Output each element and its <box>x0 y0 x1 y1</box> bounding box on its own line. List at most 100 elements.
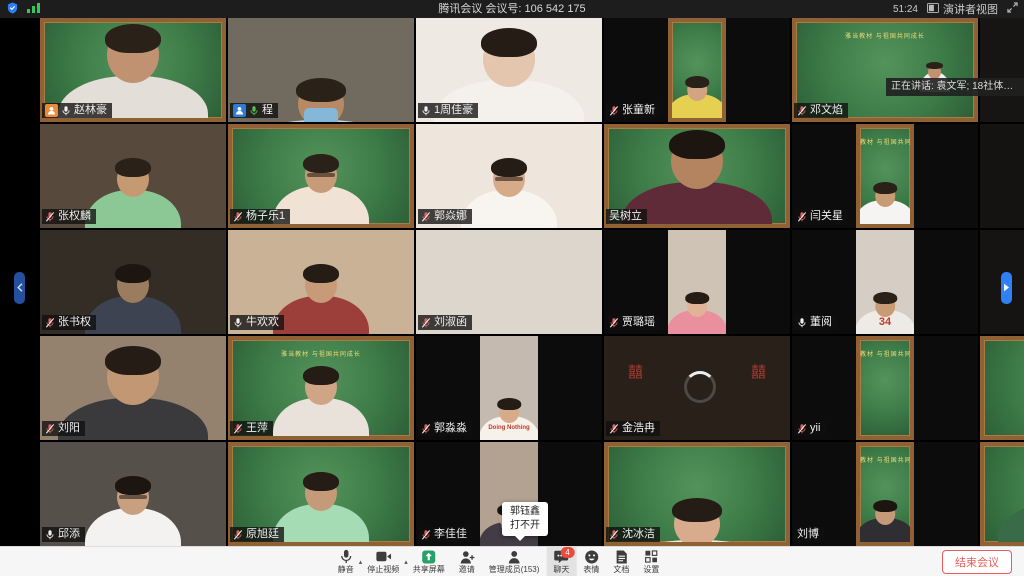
video-tile[interactable]: 雅当教材 与祖国共同成长王萍 <box>228 336 414 440</box>
participant-name: 原旭廷 <box>246 528 279 541</box>
video-tile[interactable]: 刘淑函 <box>416 230 602 334</box>
video-tile[interactable]: 贾璐瑶 <box>604 230 790 334</box>
video-tile[interactable]: 雅当教材 与祖国共同成长闫关星 <box>792 124 978 228</box>
person-head <box>305 267 337 303</box>
next-page-arrow[interactable] <box>1001 272 1012 304</box>
video-tile[interactable]: 囍囍金浩冉 <box>604 336 790 440</box>
mic-muted-icon <box>233 211 243 223</box>
share-icon <box>422 549 436 564</box>
participant-name: 沈冰洁 <box>622 528 655 541</box>
video-tile[interactable] <box>980 442 1024 546</box>
video-tile[interactable]: 沈冰洁 <box>604 442 790 546</box>
speaker-view-toggle[interactable]: 演讲者视图 <box>927 1 998 17</box>
emoji-icon <box>584 549 598 564</box>
video-tile[interactable] <box>980 336 1024 440</box>
participant-name-label: 刘博 <box>794 527 824 542</box>
invite-button[interactable]: 邀请 <box>452 547 482 576</box>
person-head <box>305 369 337 405</box>
video-tile[interactable]: 张权麟 <box>40 124 226 228</box>
participant-name: 张书权 <box>58 316 91 329</box>
mic-icon <box>797 317 807 329</box>
person-hair <box>497 398 521 410</box>
chat-preview-sender: 郭钰鑫 <box>510 505 540 519</box>
video-button[interactable]: 停止视频 <box>360 547 406 576</box>
video-tile[interactable]: 吴树立 <box>604 124 790 228</box>
previous-page-arrow[interactable] <box>14 272 25 304</box>
person-head <box>875 503 895 525</box>
participant-name: 王萍 <box>246 422 268 435</box>
docs-button[interactable]: 文档 <box>606 547 636 576</box>
video-tile[interactable]: 牛欢欢 <box>228 230 414 334</box>
person-hair <box>115 158 151 177</box>
settings-icon <box>645 549 658 564</box>
settings-button[interactable]: 设置 <box>636 547 666 576</box>
video-tile[interactable]: Doing Nothing郭淼淼 <box>416 336 602 440</box>
video-tile[interactable] <box>980 124 1024 228</box>
video-tile[interactable]: 张童新 <box>604 18 790 122</box>
person-hair <box>873 182 897 194</box>
chat-label: 聊天 <box>553 564 569 575</box>
person-head <box>493 161 525 197</box>
mic-muted-icon <box>609 529 619 541</box>
meeting-title: 腾讯会议 会议号: 106 542 175 <box>0 0 1024 18</box>
mic-muted-icon <box>421 317 431 329</box>
settings-label: 设置 <box>643 564 659 575</box>
mic-icon <box>249 105 259 117</box>
fullscreen-icon[interactable] <box>1007 2 1018 16</box>
participant-name-label: 李佳佳 <box>418 527 472 542</box>
video-tile[interactable]: 张书权 <box>40 230 226 334</box>
members-button[interactable]: 管理成员(153) <box>482 547 547 576</box>
participant-silhouette <box>261 81 381 122</box>
participant-name-label: 程 <box>230 103 278 118</box>
participant-name: 金浩冉 <box>622 422 655 435</box>
video-tile[interactable]: 赵林豪 <box>40 18 226 122</box>
video-tile[interactable]: 程 <box>228 18 414 122</box>
video-tile[interactable]: 1周佳豪 <box>416 18 602 122</box>
video-tile[interactable]: 郭焱娜 <box>416 124 602 228</box>
video-tile[interactable] <box>980 18 1024 122</box>
mute-button[interactable]: 静音 <box>331 547 361 576</box>
member-badge-icon <box>45 104 58 117</box>
glasses <box>495 177 523 181</box>
video-tile[interactable]: 34 董阅 <box>792 230 978 334</box>
video-tile[interactable]: 刘阳 <box>40 336 226 440</box>
participant-name-label: 张童新 <box>606 103 660 118</box>
chalkboard-slogan: 雅当教材 与祖国共同成长 <box>856 349 914 358</box>
mic-muted-icon <box>797 423 807 435</box>
title-bar-right: 51:24 演讲者视图 <box>893 0 1018 18</box>
participant-name-label: 沈冰洁 <box>606 527 660 542</box>
end-meeting-button[interactable]: 结束会议 <box>942 550 1012 574</box>
video-feed <box>980 18 1024 122</box>
participant-name: 赵林豪 <box>74 104 107 117</box>
participant-silhouette <box>668 79 726 118</box>
mic-icon <box>421 105 431 117</box>
video-tile[interactable]: 原旭廷 <box>228 442 414 546</box>
person-head <box>107 349 159 405</box>
emoji-button[interactable]: 表情 <box>576 547 606 576</box>
participant-name-label: 张权麟 <box>42 209 96 224</box>
person-head <box>305 157 337 193</box>
participant-silhouette <box>461 161 557 228</box>
mic-muted-icon <box>45 211 55 223</box>
participant-name-label: 吴树立 <box>606 209 647 224</box>
chalkboard-slogan: 雅当教材 与祖国共同成长 <box>856 455 914 464</box>
video-tile[interactable]: 杨子乐1 <box>228 124 414 228</box>
participant-name: 邱添 <box>58 528 80 541</box>
participant-silhouette: 34 <box>856 295 914 334</box>
docs-label: 文档 <box>613 564 629 575</box>
mic-muted-icon <box>609 317 619 329</box>
face-mask <box>304 108 339 122</box>
participant-name: 董阅 <box>810 316 832 329</box>
video-tile[interactable]: 雅当教材 与祖国共同成长邓文焰 <box>792 18 978 122</box>
person-head <box>875 295 895 317</box>
video-tile[interactable]: 雅当教材 与祖国共同成长 yii <box>792 336 978 440</box>
participant-name-label: yii <box>794 421 825 436</box>
video-tile[interactable]: 邱添 <box>40 442 226 546</box>
video-tile[interactable]: 雅当教材 与祖国共同成长刘博 <box>792 442 978 546</box>
share-button[interactable]: 共享屏幕 <box>406 547 452 576</box>
chalkboard-slogan: 雅当教材 与祖国共同成长 <box>228 349 414 358</box>
person-head <box>305 475 337 511</box>
chat-preview-popup[interactable]: 郭钰鑫 打不开 <box>502 502 548 536</box>
person-head <box>875 185 895 207</box>
chat-button[interactable]: 聊天4 <box>546 547 576 576</box>
